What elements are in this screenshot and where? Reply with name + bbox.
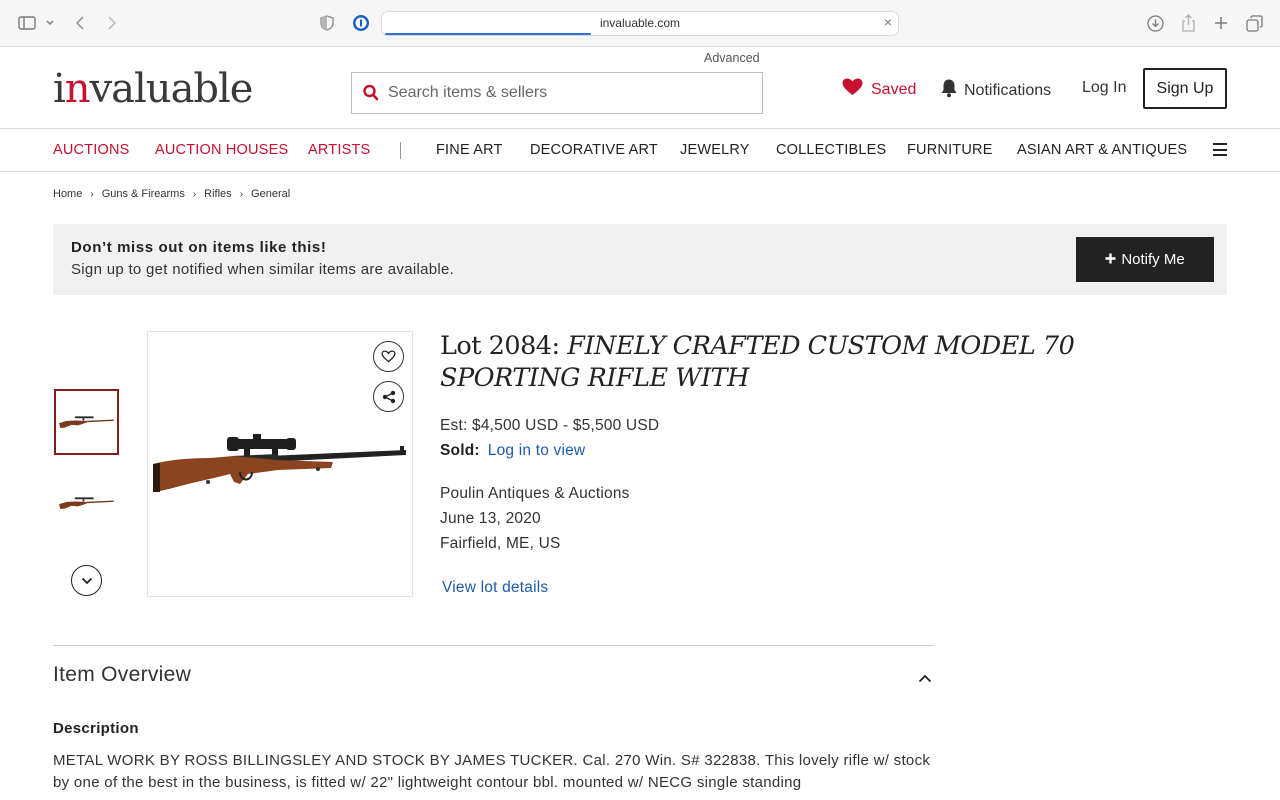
banner-subtext: Sign up to get notified when similar ite… — [71, 261, 455, 278]
gallery-thumbnail-1[interactable] — [54, 389, 119, 455]
search-input[interactable] — [388, 81, 748, 105]
nav-item-artists[interactable]: ARTISTS — [308, 142, 370, 158]
chevron-right-icon: › — [192, 188, 197, 200]
sold-login-link[interactable]: Log in to view — [488, 442, 586, 459]
auction-date: June 13, 2020 — [440, 510, 541, 527]
nav-item-asian-art[interactable]: ASIAN ART & ANTIQUES — [1017, 142, 1187, 158]
nav-item-decorative-art[interactable]: DECORATIVE ART — [530, 142, 658, 158]
breadcrumb-home[interactable]: Home — [53, 188, 82, 200]
nav-item-fine-art[interactable]: FINE ART — [436, 142, 503, 158]
saved-link[interactable]: Saved — [842, 78, 916, 101]
plus-icon — [1105, 251, 1116, 268]
bell-icon — [940, 78, 958, 103]
download-icon[interactable] — [1147, 12, 1164, 34]
page-load-progress — [385, 33, 592, 35]
auction-location: Fairfield, ME, US — [440, 535, 561, 552]
favorite-button[interactable] — [373, 341, 404, 372]
share-button[interactable] — [373, 381, 404, 412]
banner-heading: Don’t miss out on items like this! — [71, 239, 327, 256]
password-icon[interactable] — [352, 12, 370, 34]
new-tab-icon[interactable] — [1214, 12, 1228, 34]
notify-me-button[interactable]: Notify Me — [1076, 237, 1214, 282]
breadcrumb-general[interactable]: General — [251, 188, 290, 200]
search-box[interactable] — [351, 72, 763, 114]
rifle-image — [58, 416, 114, 429]
breadcrumb: Home › Guns & Firearms › Rifles › Genera… — [53, 188, 290, 200]
chevron-right-icon: › — [239, 188, 244, 200]
nav-divider — [400, 142, 401, 159]
forward-icon[interactable] — [107, 12, 117, 34]
share-icon[interactable] — [1181, 12, 1196, 34]
notifications-label: Notifications — [964, 81, 1052, 99]
close-icon[interactable]: × — [884, 14, 892, 30]
estimate: Est: $4,500 USD - $5,500 USD — [440, 417, 660, 434]
logo-text-suffix: valuable — [89, 66, 254, 112]
main-lot-image[interactable] — [147, 331, 413, 597]
heart-icon — [842, 78, 863, 101]
gallery-next-button[interactable] — [71, 565, 102, 596]
address-bar[interactable]: invaluable.com × — [381, 11, 899, 36]
description-text: METAL WORK BY ROSS BILLINGSLEY AND STOCK… — [53, 752, 931, 791]
description-heading: Description — [53, 720, 139, 737]
menu-icon[interactable] — [1213, 143, 1227, 156]
nav-item-furniture[interactable]: FURNITURE — [907, 142, 993, 158]
share-icon — [382, 390, 395, 403]
rifle-image — [58, 497, 114, 510]
saved-label: Saved — [871, 80, 917, 98]
logo-text-accent: n — [64, 66, 91, 112]
lot-number: Lot 2084: — [440, 331, 560, 361]
sold-label: Sold: — [440, 442, 480, 459]
nav-item-jewelry[interactable]: JEWELRY — [680, 142, 750, 158]
notifications-link[interactable]: Notifications — [940, 78, 1051, 103]
notify-me-label: Notify Me — [1121, 251, 1185, 268]
view-lot-details-link[interactable]: View lot details — [442, 579, 548, 597]
url-text: invaluable.com — [599, 16, 681, 30]
heart-icon — [381, 350, 396, 363]
search-icon[interactable] — [363, 84, 379, 107]
item-overview-heading[interactable]: Item Overview — [53, 663, 191, 687]
breadcrumb-guns-firearms[interactable]: Guns & Firearms — [102, 188, 185, 200]
chevron-up-icon[interactable] — [918, 670, 932, 688]
nav-item-collectibles[interactable]: COLLECTIBLES — [776, 142, 886, 158]
shield-icon[interactable] — [320, 12, 334, 34]
lot-title: Lot 2084: FINELY CRAFTED CUSTOM MODEL 70… — [440, 330, 1220, 394]
nav-item-auctions[interactable]: AUCTIONS — [53, 142, 130, 158]
auction-house[interactable]: Poulin Antiques & Auctions — [440, 485, 630, 503]
browser-toolbar: invaluable.com × — [0, 0, 1280, 47]
gallery-thumbnail-2[interactable] — [54, 470, 119, 536]
signup-button[interactable]: Sign Up — [1143, 68, 1227, 109]
tabs-icon[interactable] — [1246, 12, 1263, 34]
chevron-down-icon[interactable] — [45, 12, 55, 34]
rifle-image — [153, 434, 406, 492]
logo-text-prefix: i — [53, 66, 66, 112]
sidebar-icon[interactable] — [18, 12, 36, 34]
chevron-right-icon: › — [90, 188, 94, 200]
advanced-search-link[interactable]: Advanced — [704, 51, 760, 65]
chevron-down-icon — [81, 577, 92, 584]
login-link[interactable]: Log In — [1082, 79, 1126, 97]
site-logo[interactable]: invaluable — [53, 66, 254, 112]
back-icon[interactable] — [75, 12, 85, 34]
nav-item-auction-houses[interactable]: AUCTION HOUSES — [155, 142, 288, 158]
overview-divider — [53, 645, 934, 646]
notify-banner: Don’t miss out on items like this! Sign … — [53, 224, 1227, 295]
breadcrumb-rifles[interactable]: Rifles — [204, 188, 232, 200]
sold-price: Sold: Log in to view — [440, 442, 585, 460]
main-nav: AUCTIONS AUCTION HOUSES ARTISTS FINE ART… — [0, 129, 1280, 172]
